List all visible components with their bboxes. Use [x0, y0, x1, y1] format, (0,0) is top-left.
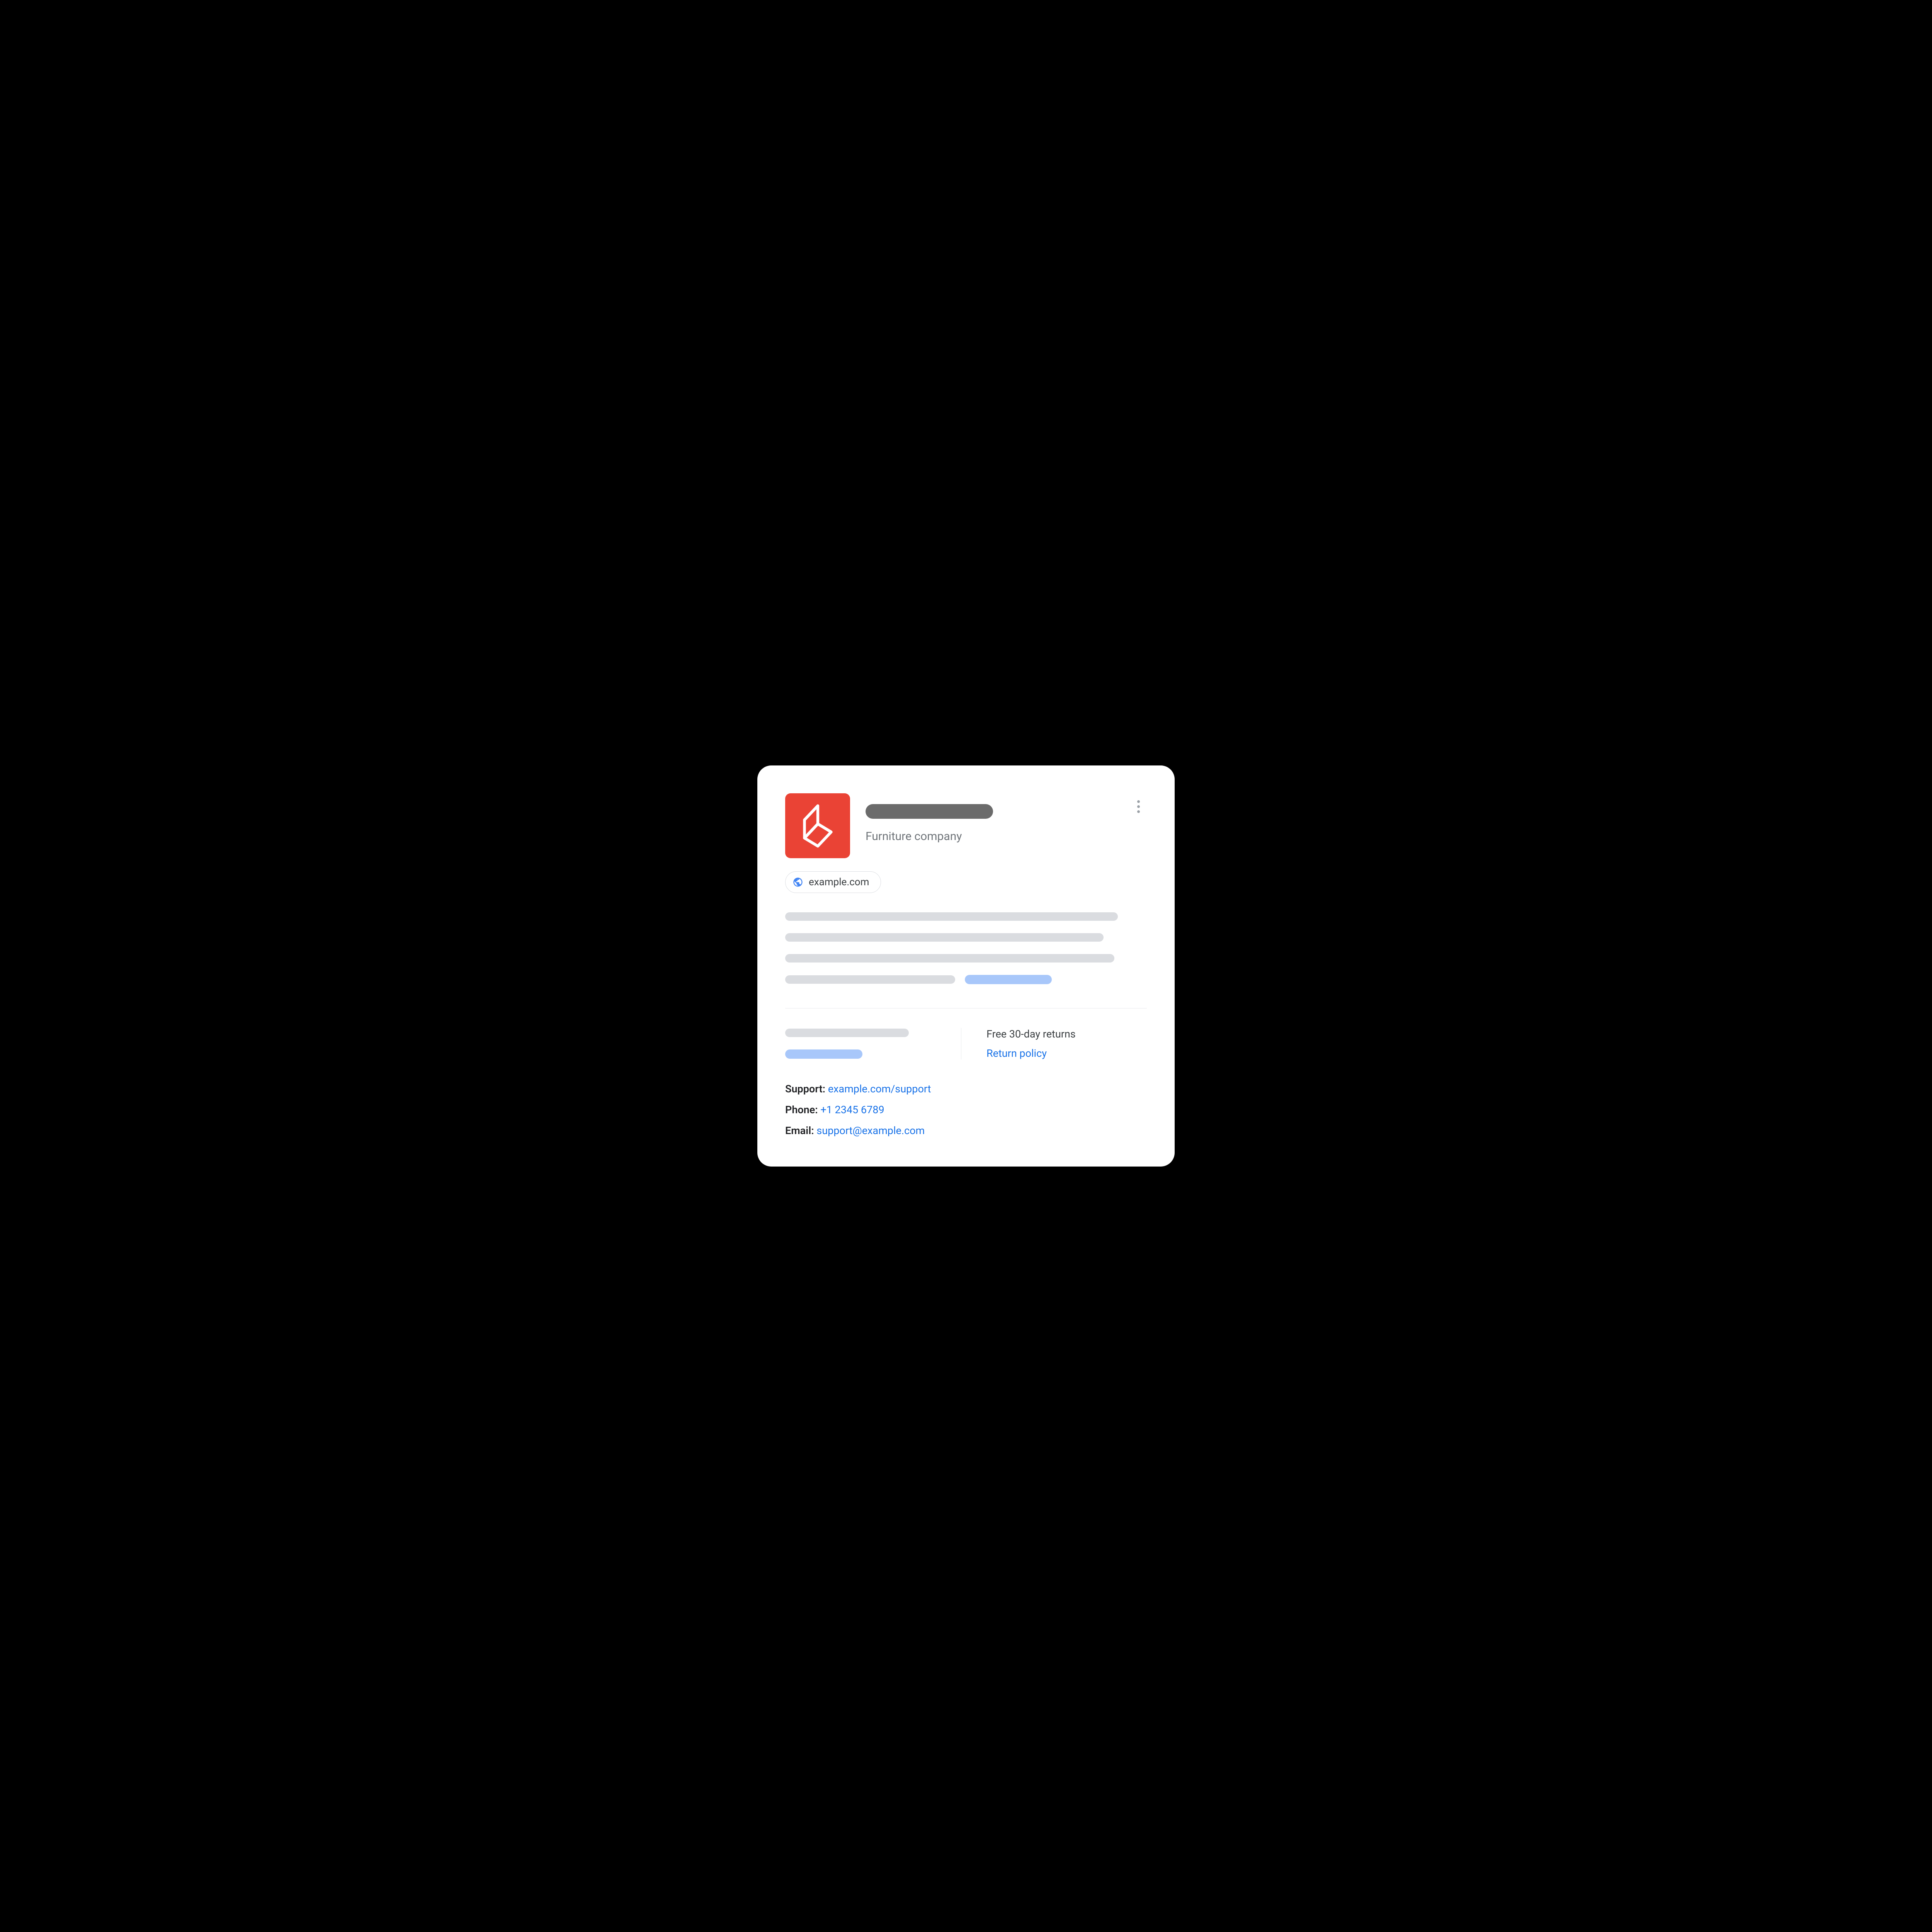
- description-placeholder-line: [785, 954, 1114, 963]
- website-chip[interactable]: example.com: [785, 871, 881, 893]
- chair-icon: [799, 804, 836, 848]
- description-section: [785, 912, 1147, 984]
- email-row: Email: support@example.com: [785, 1124, 1147, 1137]
- more-options-button[interactable]: [1131, 799, 1145, 813]
- info-placeholder-link[interactable]: [785, 1049, 862, 1059]
- header-section: Furniture company: [785, 793, 1147, 858]
- returns-column: Free 30-day returns Return policy: [961, 1028, 1147, 1060]
- returns-text: Free 30-day returns: [986, 1028, 1147, 1040]
- divider: [785, 1008, 1147, 1009]
- header-text: Furniture company: [866, 793, 1147, 843]
- website-domain: example.com: [809, 876, 869, 888]
- description-placeholder-line: [785, 912, 1118, 921]
- contact-section: Support: example.com/support Phone: +1 2…: [785, 1083, 1147, 1137]
- info-column-left: [785, 1028, 961, 1060]
- info-placeholder-text: [785, 1029, 909, 1037]
- globe-icon: [793, 877, 803, 888]
- phone-row: Phone: +1 2345 6789: [785, 1104, 1147, 1116]
- support-link[interactable]: example.com/support: [828, 1083, 931, 1095]
- phone-label: Phone:: [785, 1104, 818, 1116]
- description-link-placeholder[interactable]: [965, 975, 1052, 984]
- description-placeholder-line: [785, 933, 1104, 942]
- company-category: Furniture company: [866, 830, 1147, 843]
- email-link[interactable]: support@example.com: [816, 1124, 925, 1137]
- company-name-placeholder: [866, 804, 993, 819]
- support-row: Support: example.com/support: [785, 1083, 1147, 1095]
- company-logo: [785, 793, 850, 858]
- description-placeholder-line: [785, 975, 955, 984]
- email-label: Email:: [785, 1124, 814, 1137]
- phone-link[interactable]: +1 2345 6789: [820, 1104, 884, 1116]
- return-policy-link[interactable]: Return policy: [986, 1047, 1147, 1060]
- info-columns: Free 30-day returns Return policy: [785, 1028, 1147, 1060]
- support-label: Support:: [785, 1083, 825, 1095]
- company-info-card: Furniture company example.com Free 30-da…: [757, 765, 1175, 1167]
